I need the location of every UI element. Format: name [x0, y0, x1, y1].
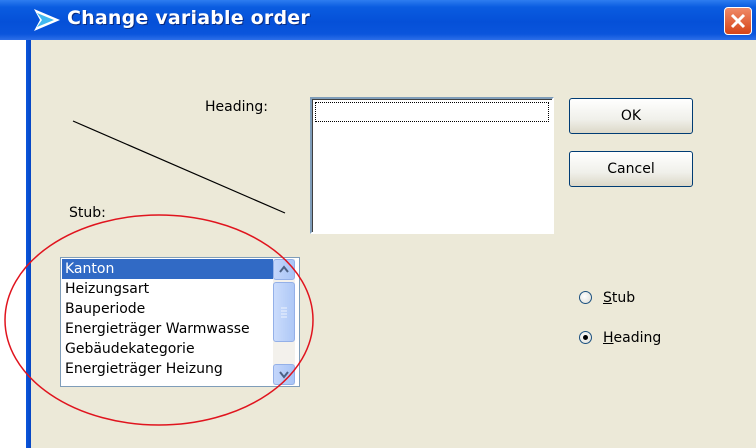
heading-accel-letter: H — [603, 330, 614, 346]
list-item[interactable]: Bauperiode — [62, 299, 273, 319]
stub-listbox[interactable]: Kanton Heizungsart Bauperiode Energieträ… — [60, 257, 300, 387]
diagonal-divider — [72, 120, 286, 214]
stub-radio[interactable] — [579, 291, 592, 304]
stub-accel-letter: S — [603, 290, 612, 306]
stub-label: Stub: — [69, 205, 106, 221]
list-item[interactable]: Kanton — [62, 259, 273, 279]
cancel-button[interactable]: Cancel — [569, 151, 693, 187]
title-bar[interactable]: Change variable order — [0, 0, 756, 40]
vertical-scrollbar[interactable] — [273, 259, 295, 385]
heading-label: Heading: — [205, 99, 268, 115]
stub-label-rest: tub — [611, 290, 636, 306]
heading-radio[interactable] — [579, 331, 592, 344]
window-title: Change variable order — [67, 7, 310, 29]
heading-listbox[interactable] — [310, 97, 554, 234]
list-item[interactable]: Energieträger Heizung — [62, 359, 273, 379]
heading-label-rest: eading — [613, 330, 662, 346]
chevron-down-icon — [279, 371, 289, 379]
radio-selected-dot — [583, 335, 588, 340]
close-button[interactable] — [724, 7, 752, 35]
heading-radio-label[interactable]: Heading — [603, 330, 661, 346]
list-item[interactable]: Gebäudekategorie — [62, 339, 273, 359]
scroll-thumb[interactable] — [273, 282, 295, 342]
list-item[interactable]: Heizungsart — [62, 279, 273, 299]
chevron-up-icon — [279, 265, 289, 273]
ok-button[interactable]: OK — [569, 98, 693, 134]
close-x-icon — [730, 13, 746, 29]
app-arrow-icon — [34, 9, 60, 31]
grip-icon — [281, 307, 287, 318]
scroll-up-button[interactable] — [273, 259, 295, 280]
list-item[interactable]: Energieträger Warmwasse — [62, 319, 273, 339]
heading-focus-rect — [315, 102, 549, 122]
scroll-down-button[interactable] — [273, 364, 295, 385]
stub-radio-label[interactable]: Stub — [603, 290, 635, 306]
